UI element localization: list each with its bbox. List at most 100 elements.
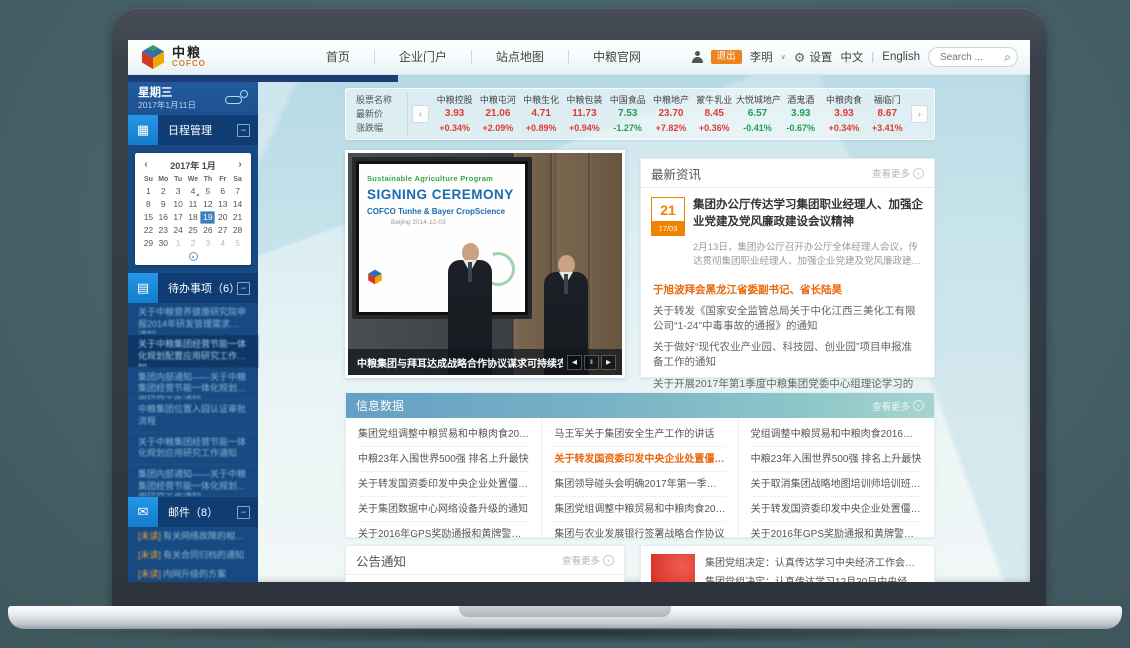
calendar-day[interactable]: 3 bbox=[171, 185, 186, 198]
calendar-day[interactable]: 13 bbox=[215, 198, 230, 211]
calendar-day[interactable]: 8 bbox=[141, 198, 156, 211]
calendar-day[interactable]: 29 bbox=[141, 237, 156, 250]
calendar-day[interactable]: 14 bbox=[230, 198, 245, 211]
calendar-day[interactable]: 27 bbox=[215, 224, 230, 237]
calendar-day[interactable]: 1 bbox=[141, 185, 156, 198]
todo-item-selected[interactable]: 关于中粮集团经营节能一体化规划配置应用研究工作通知 bbox=[128, 335, 258, 367]
calendar-day[interactable]: 17 bbox=[171, 211, 186, 224]
carousel-prev-button[interactable]: ◀ bbox=[567, 355, 582, 370]
calendar-day-muted[interactable]: 4 bbox=[215, 237, 230, 250]
ticker-prev-button[interactable]: ‹ bbox=[412, 105, 429, 123]
ticker-next-button[interactable]: › bbox=[911, 105, 928, 123]
news-more-link[interactable]: 查看更多› bbox=[872, 166, 924, 180]
menu-item-official-site[interactable]: 中粮官网 bbox=[568, 50, 665, 64]
featured-news-title[interactable]: 集团办公厅传达学习集团职业经理人、加强企业党建及党风廉政建设会议精神 bbox=[693, 197, 924, 236]
calendar-day[interactable]: 16 bbox=[156, 211, 171, 224]
calendar-day[interactable]: 6 bbox=[215, 185, 230, 198]
calendar-day[interactable]: 26 bbox=[200, 224, 215, 237]
settings-label[interactable]: 设置 bbox=[809, 49, 832, 65]
info-link[interactable]: 中粮23年入围世界500强 排名上升最快 bbox=[751, 447, 922, 472]
carousel-pause-button[interactable]: ‖ bbox=[584, 355, 599, 370]
calendar-day[interactable]: 9 bbox=[156, 198, 171, 211]
info-link[interactable]: 中粮23年入围世界500强 排名上升最快 bbox=[358, 447, 529, 472]
lang-zh[interactable]: 中文 bbox=[840, 49, 863, 65]
todo-item[interactable]: 集团内部通知——关于中粮集团经营节能一体化规划应用研究工作通知 bbox=[128, 465, 258, 497]
calendar-day-muted[interactable]: 1 bbox=[171, 237, 186, 250]
cofco-logo[interactable]: 中粮 COFCO bbox=[140, 44, 206, 70]
todo-item[interactable]: 关于中粮营养健康研究院申报2014年研发管理需求的通知 bbox=[128, 303, 258, 335]
calendar-today-icon[interactable] bbox=[189, 252, 198, 261]
calendar-day[interactable]: 25 bbox=[186, 224, 201, 237]
calendar-prev-button[interactable]: ‹ bbox=[141, 159, 151, 171]
lang-en[interactable]: English bbox=[882, 51, 920, 63]
calendar-day[interactable]: 21 bbox=[230, 211, 245, 224]
calendar-day[interactable]: 24 bbox=[171, 224, 186, 237]
info-link[interactable]: 马王军关于集团安全生产工作的讲话 bbox=[554, 422, 725, 447]
calendar-day[interactable]: 28 bbox=[230, 224, 245, 237]
todo-item[interactable]: 集团内部通知——关于中粮集团经营节能一体化规划应用研究工作通知 bbox=[128, 368, 258, 400]
news-carousel[interactable]: Sustainable Agriculture Program SIGNING … bbox=[345, 150, 625, 378]
calendar-day-muted[interactable]: 3 bbox=[200, 237, 215, 250]
slide-line: SIGNING CEREMONY bbox=[367, 187, 519, 202]
mail-item[interactable]: [未读]内网升级的方案 bbox=[128, 565, 258, 582]
calendar-day-selected[interactable]: 19 bbox=[200, 211, 215, 224]
calendar-day[interactable]: 18 bbox=[186, 211, 201, 224]
calendar-day[interactable]: 12 bbox=[200, 198, 215, 211]
info-header: 信息数据 查看更多› bbox=[346, 393, 934, 418]
calendar-next-button[interactable]: › bbox=[235, 159, 245, 171]
collapse-todo-button[interactable]: − bbox=[237, 282, 250, 295]
chevron-down-icon[interactable]: ∨ bbox=[781, 53, 786, 61]
carousel-caption[interactable]: 中粮集团与拜耳达成战略合作协议谋求可持续农业发展 bbox=[357, 355, 563, 370]
carousel-next-button[interactable]: ▶ bbox=[601, 355, 616, 370]
calendar-day[interactable]: 11 bbox=[186, 198, 201, 211]
info-link[interactable]: 集团党组调整中粮贸易和中粮肉食2016年度预算 bbox=[554, 497, 725, 522]
party-link[interactable]: 集团党组决定：认真传达学习中央经济工作会议和中央农村工作委员会... bbox=[705, 554, 924, 573]
info-link[interactable]: 关于取消集团战略地图培训师培训班的通知 bbox=[751, 472, 922, 497]
info-link[interactable]: 关于转发国资委印发中央企业处置僵尸企业和开展特... bbox=[358, 472, 529, 497]
calendar-day[interactable]: 2 bbox=[156, 185, 171, 198]
info-link[interactable]: 集团领导碰头会明确2017年第一季度工作 bbox=[554, 472, 725, 497]
mail-item[interactable]: [未读]有关合同归档的通知 bbox=[128, 546, 258, 565]
gear-icon[interactable]: ⚙ bbox=[794, 51, 806, 64]
calendar-day-muted[interactable]: 2 bbox=[186, 237, 201, 250]
calendar-day[interactable]: 10 bbox=[171, 198, 186, 211]
info-link[interactable]: 关于2016年GPS奖励通报和黄牌警告单位的决定 bbox=[358, 522, 529, 546]
calendar-day-with-event[interactable]: 4 bbox=[186, 185, 201, 198]
info-link[interactable]: 关于集团数据中心网络设备升级的通知 bbox=[358, 497, 529, 522]
logout-button[interactable]: 退出 bbox=[711, 50, 742, 64]
menu-item-portal[interactable]: 企业门户 bbox=[374, 50, 471, 64]
info-more-link[interactable]: 查看更多› bbox=[872, 399, 924, 413]
calendar-day[interactable]: 23 bbox=[156, 224, 171, 237]
user-name[interactable]: 李明 bbox=[750, 49, 773, 65]
info-link[interactable]: 关于转发国资委印发中央企业处置僵尸企业和开展特... bbox=[751, 497, 922, 522]
search-box[interactable]: ⌕ bbox=[928, 47, 1018, 67]
calendar-day-muted[interactable]: 5 bbox=[230, 237, 245, 250]
calendar-day[interactable]: 30 bbox=[156, 237, 171, 250]
info-link[interactable]: 集团党组调整中粮贸易和中粮肉食2016年度预算 bbox=[358, 422, 529, 447]
calendar-day[interactable]: 22 bbox=[141, 224, 156, 237]
news-link[interactable]: 关于转发《国家安全监管总局关于中化江西三美化工有限公司“1-24”中毒事故的通报… bbox=[653, 304, 922, 334]
calendar-day[interactable]: 7 bbox=[230, 185, 245, 198]
news-link-highlight[interactable]: 于旭波拜会黑龙江省委副书记、省长陆昊 bbox=[653, 283, 922, 298]
calendar-day[interactable]: 15 bbox=[141, 211, 156, 224]
menu-item-home[interactable]: 首页 bbox=[302, 50, 374, 64]
todo-item[interactable]: 中粮集团位置入园认证审批流程 bbox=[128, 400, 258, 432]
search-input[interactable] bbox=[938, 51, 1000, 64]
menu-item-sitemap[interactable]: 站点地图 bbox=[471, 50, 568, 64]
info-link[interactable]: 关于2016年GPS奖励通报和黄牌警告单位的决定 bbox=[751, 522, 922, 546]
info-link[interactable]: 集团与农业发展银行签署战略合作协议 bbox=[554, 522, 725, 546]
collapse-schedule-button[interactable]: − bbox=[237, 124, 250, 137]
party-link[interactable]: 集团党组决定：认真传达学习12月30日中央经济工作会议学习记录... bbox=[705, 573, 924, 582]
mail-item[interactable]: [未读]有关网络故障的相关事宜 bbox=[128, 527, 258, 546]
search-icon[interactable]: ⌕ bbox=[1004, 51, 1011, 63]
collapse-mail-button[interactable]: − bbox=[237, 506, 250, 519]
todo-item[interactable]: 关于中粮集团经营节能一体化规划应用研究工作通知 bbox=[128, 433, 258, 465]
calendar-day[interactable]: 5 bbox=[200, 185, 215, 198]
stock-item: 福临门8.67+3.41% bbox=[866, 93, 909, 135]
notice-more-link[interactable]: 查看更多› bbox=[562, 553, 614, 567]
info-link-highlight[interactable]: 关于转发国资委印发中央企业处置僵尸企业和开展特... bbox=[554, 447, 725, 472]
news-link[interactable]: 关于做好“现代农业产业园、科技园、创业园”项目申报准备工作的通知 bbox=[653, 340, 922, 370]
info-link[interactable]: 党组调整中粮贸易和中粮肉食2016年度预算 bbox=[751, 422, 922, 447]
logo-text: 中粮 COFCO bbox=[172, 46, 206, 68]
calendar-day[interactable]: 20 bbox=[215, 211, 230, 224]
